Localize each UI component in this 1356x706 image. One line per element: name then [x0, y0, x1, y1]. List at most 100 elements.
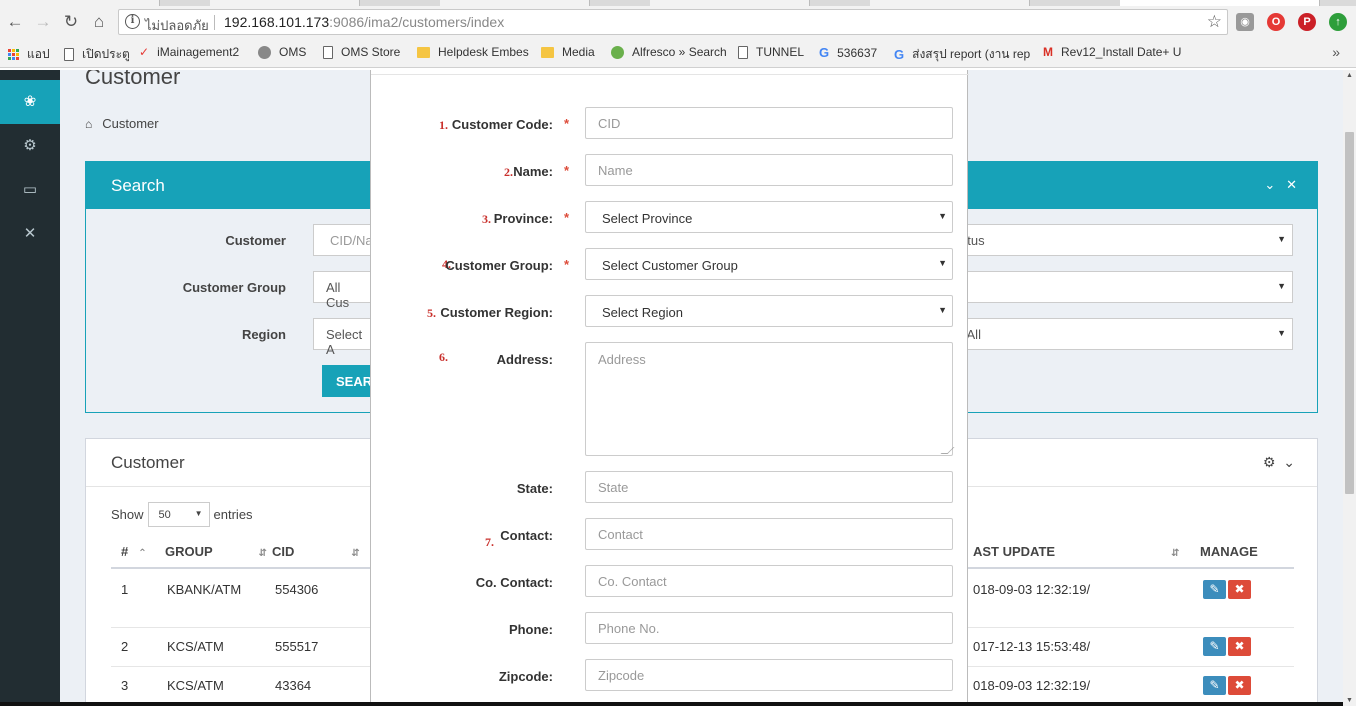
column-header-last-update[interactable]: AST UPDATE ⇵	[973, 544, 1180, 559]
customer-region-value: Select Region	[602, 305, 683, 320]
customer-group-select[interactable]: Select Customer Group ▼	[585, 248, 953, 280]
gmail-icon: M	[1043, 45, 1053, 59]
sidebar-item-customer[interactable]: ❀	[0, 80, 60, 124]
monitor-icon: ▭	[22, 181, 38, 198]
edit-icon: ✎	[1209, 582, 1220, 596]
bookmark-label: OMS	[279, 45, 307, 59]
contact-input[interactable]: Contact	[585, 518, 953, 550]
opera-extension-icon[interactable]: O	[1267, 13, 1285, 31]
province-select[interactable]: Select Province ▼	[585, 201, 953, 233]
home-icon[interactable]: ⌂	[85, 117, 92, 131]
scroll-down-icon[interactable]: ▼	[1346, 697, 1353, 704]
edit-button[interactable]: ✎	[1203, 637, 1226, 656]
zipcode-label: Zipcode:	[498, 669, 553, 684]
imain-icon: ✓	[139, 45, 150, 59]
name-input[interactable]: Name	[585, 154, 953, 186]
required-mark: *	[564, 257, 570, 272]
entries-select[interactable]: 50 ▼	[147, 502, 210, 527]
filter-select[interactable]: t All ▼	[959, 318, 1293, 350]
bookmark-item[interactable]: OMS Store	[323, 45, 400, 59]
bookmark-item[interactable]: G 536637	[819, 45, 877, 60]
collapse-icon[interactable]: ⌄	[1283, 454, 1295, 470]
filter-select[interactable]: b▼	[959, 271, 1293, 303]
column-header-cid[interactable]: CID ⇵	[272, 544, 360, 559]
edit-button[interactable]: ✎	[1203, 676, 1226, 695]
url-field[interactable]: i ไม่ปลอดภัย 192.168.101.173:9086/ima2/c…	[118, 9, 1228, 35]
chevron-down-icon: ▼	[1277, 234, 1286, 244]
group-filter-select[interactable]: All Cus	[313, 271, 373, 310]
bookmark-item[interactable]: M Rev12_Install Date+ U	[1043, 45, 1181, 59]
delete-button[interactable]: ✖	[1228, 637, 1251, 656]
state-label: State:	[516, 481, 553, 496]
forward-icon[interactable]: →	[33, 12, 53, 32]
panel-tools: ⚙ ⌄	[1263, 454, 1295, 471]
more-bookmarks-icon[interactable]: »	[1332, 44, 1340, 60]
back-icon[interactable]: ←	[5, 12, 25, 32]
bookmark-label: Alfresco » Search	[632, 45, 727, 59]
person-icon: ❀	[23, 93, 37, 110]
customer-code-input[interactable]: CID	[585, 107, 953, 139]
bookmark-item[interactable]: ✓ iMainagement2	[139, 45, 239, 59]
bookmark-item[interactable]: Media	[541, 45, 595, 59]
bookmark-apps[interactable]: แอป	[8, 45, 50, 64]
bookmark-label: 536637	[837, 45, 878, 60]
phone-input[interactable]: Phone No.	[585, 612, 953, 644]
co-contact-input[interactable]: Co. Contact	[585, 565, 953, 597]
cell-num: 3	[121, 678, 129, 693]
url-text: 192.168.101.173:9086/ima2/customers/inde…	[224, 14, 504, 30]
column-label: MANAGE	[1200, 544, 1258, 559]
close-icon[interactable]: ✕	[1286, 177, 1297, 192]
region-filter-label: Region	[241, 327, 286, 342]
close-icon: ✖	[1234, 639, 1245, 653]
delete-button[interactable]: ✖	[1228, 580, 1251, 599]
page-title: Customer	[85, 70, 181, 89]
scroll-up-icon[interactable]: ▲	[1346, 72, 1353, 79]
sort-icon: ⇵	[258, 548, 268, 559]
page-scrollbar[interactable]: ▲ ▼	[1343, 70, 1356, 706]
zipcode-input[interactable]: Zipcode	[585, 659, 953, 691]
bookmark-item[interactable]: เปิดประตู	[64, 45, 130, 64]
pinterest-icon[interactable]: P	[1298, 13, 1316, 31]
scrollbar-thumb[interactable]	[1345, 132, 1354, 494]
gear-icon[interactable]: ⚙	[1263, 454, 1276, 470]
close-icon: ✖	[1234, 582, 1245, 596]
page-icon	[738, 45, 748, 59]
bookmark-star-icon[interactable]: ☆	[1207, 12, 1222, 32]
bookmark-item[interactable]: G ส่งสรุป report (งาน rep	[894, 45, 1030, 64]
customer-filter-input[interactable]: CID/Nar	[313, 224, 373, 256]
bookmark-item[interactable]: TUNNEL	[738, 45, 804, 59]
breadcrumb-label[interactable]: Customer	[102, 116, 158, 131]
status-filter-select[interactable]: atus ▼	[959, 224, 1293, 256]
sidebar-item-monitor[interactable]: ▭	[0, 168, 60, 212]
resize-handle-icon[interactable]	[940, 447, 955, 454]
customer-region-select[interactable]: Select Region ▼	[585, 295, 953, 327]
customer-group-value: Select Customer Group	[602, 258, 738, 273]
customer-form-modal: 1. Customer Code: * CID 2. Name: * Name …	[370, 70, 969, 706]
bookmark-item[interactable]: OMS	[258, 45, 306, 59]
address-textarea[interactable]: Address	[585, 342, 955, 456]
state-input[interactable]: State	[585, 471, 953, 503]
contact-label: Contact:	[500, 528, 553, 543]
region-filter-select[interactable]: Select A	[313, 318, 373, 357]
info-icon[interactable]: i	[125, 14, 140, 29]
chevron-down-icon: ▼	[938, 305, 947, 315]
bookmark-item[interactable]: Alfresco » Search	[611, 45, 727, 59]
sidebar-item-tools[interactable]: ✕	[0, 212, 60, 256]
bookmark-item[interactable]: Helpdesk Embes	[417, 45, 529, 59]
delete-button[interactable]: ✖	[1228, 676, 1251, 695]
chevron-down-icon: ▼	[194, 509, 203, 518]
collapse-icon[interactable]: ⌄	[1264, 177, 1275, 192]
cell-last-update: 018-09-03 12:32:19/	[973, 678, 1091, 693]
edit-button[interactable]: ✎	[1203, 580, 1226, 599]
camera-icon[interactable]: ◉	[1236, 13, 1254, 31]
column-header-num[interactable]: # ⌃	[121, 544, 147, 559]
column-header-group[interactable]: GROUP ⇵	[165, 544, 267, 559]
home-icon[interactable]: ⌂	[89, 12, 109, 32]
reload-icon[interactable]: ↻	[61, 12, 81, 32]
field-number: 7.	[485, 535, 494, 549]
sidebar-item-settings[interactable]: ⚙	[0, 124, 60, 168]
google-icon: G	[894, 47, 905, 62]
upload-extension-icon[interactable]: ↑	[1329, 13, 1347, 31]
apps-grid-icon	[8, 49, 19, 60]
cell-cid: 554306	[275, 582, 319, 597]
